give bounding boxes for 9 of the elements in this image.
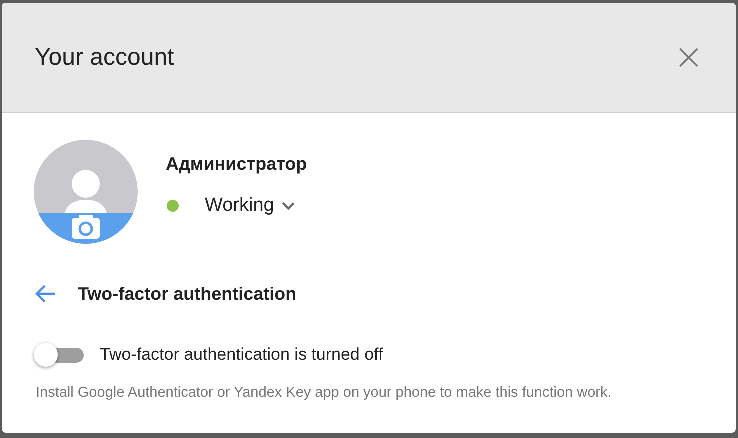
toggle-switch[interactable] <box>34 342 84 368</box>
status-dropdown[interactable]: Working <box>205 195 296 217</box>
chevron-down-icon <box>282 202 296 210</box>
user-name: Администратор <box>166 154 308 175</box>
section-title: Two-factor authentication <box>78 284 297 304</box>
hint-text: Install Google Authenticator or Yandex Key app on your phone to make this function work. <box>36 385 613 401</box>
toggle-label: Two-factor authentication is turned off <box>100 345 384 365</box>
dialog-title: Your account <box>35 44 174 72</box>
close-button[interactable]: × <box>670 40 708 76</box>
